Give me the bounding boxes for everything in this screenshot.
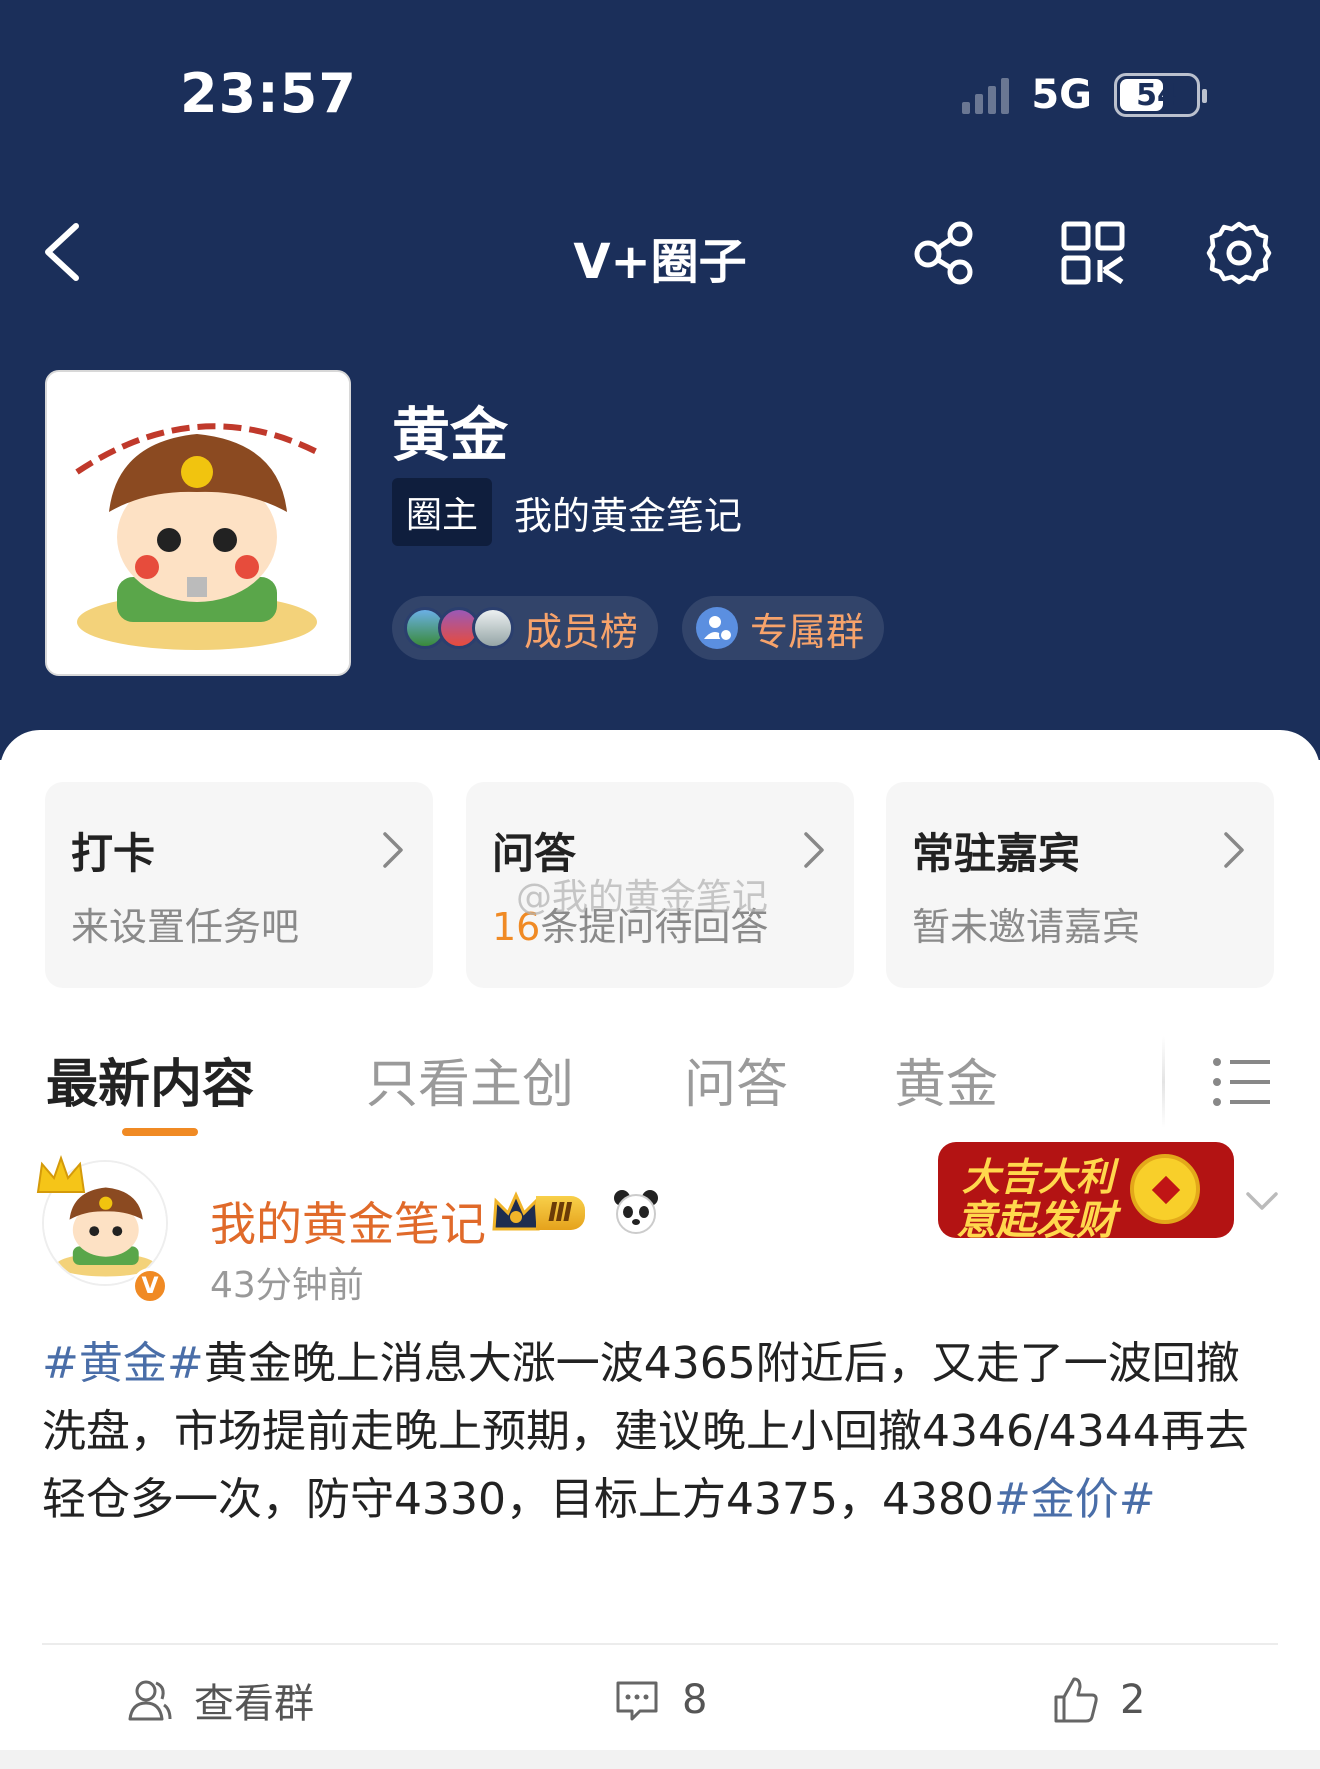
members-rank-button[interactable]: 成员榜 <box>392 596 659 660</box>
level-text: Ⅲ <box>536 1196 585 1230</box>
chevron-right-icon <box>383 832 403 868</box>
content-tabs: 最新内容 只看主创 问答 黄金 <box>0 1018 1320 1138</box>
thumbs-up-icon <box>1054 1677 1098 1723</box>
comment-button[interactable]: 8 <box>612 1670 707 1730</box>
verified-badge-icon: V <box>132 1268 168 1304</box>
card-title: 常驻嘉宾 <box>912 829 1081 878</box>
card-subtitle: 暂未邀请嘉宾 <box>912 905 1141 949</box>
battery-icon: 54 <box>1114 73 1207 117</box>
members-rank-label: 成员榜 <box>524 609 639 654</box>
crown-icon <box>36 1154 86 1193</box>
status-time: 23:57 <box>180 62 357 125</box>
circle-header: 23:57 5G 54 V+圈子 黄金 圈主 我的黄金笔记 成员榜 专属群 <box>0 0 1320 760</box>
member-avatar <box>472 607 514 649</box>
exclusive-group-button[interactable]: 专属群 <box>682 596 885 660</box>
chevron-right-icon <box>804 832 824 868</box>
comment-icon <box>616 1681 658 1721</box>
hashtag-link[interactable]: #黄金# <box>42 1338 204 1389</box>
card-subtitle: 来设置任务吧 <box>71 905 300 949</box>
exclusive-group-label: 专属群 <box>750 609 865 654</box>
content-sheet: 打卡 来设置任务吧 问答 16条提问待回答 常驻嘉宾 暂未邀请嘉宾 @我的黄金笔… <box>0 730 1320 1769</box>
bottom-divider <box>0 1750 1320 1769</box>
coin-icon <box>1130 1154 1200 1224</box>
like-button[interactable]: 2 <box>1050 1670 1145 1730</box>
hashtag-link[interactable]: #金价# <box>994 1474 1156 1525</box>
owner-row[interactable]: 圈主 我的黄金笔记 <box>392 478 742 546</box>
post-time: 43分钟前 <box>210 1265 364 1306</box>
cartoon-avatar-image <box>47 372 349 674</box>
checkin-card[interactable]: 打卡 来设置任务吧 <box>45 782 433 988</box>
comment-count: 8 <box>682 1677 708 1723</box>
tab-qa[interactable]: 问答 <box>684 1042 788 1117</box>
view-group-button[interactable]: 查看群 <box>124 1670 314 1730</box>
status-indicators: 5G 54 <box>962 72 1207 118</box>
fan-level-badge: Ⅲ <box>490 1190 585 1236</box>
chevron-right-icon <box>1224 832 1244 868</box>
post-author[interactable]: 我的黄金笔记 <box>210 1188 486 1254</box>
tab-latest[interactable]: 最新内容 <box>46 1042 254 1117</box>
qrcode-icon[interactable] <box>1060 220 1126 286</box>
circle-name: 黄金 <box>392 401 509 469</box>
view-group-label: 查看群 <box>194 1681 314 1727</box>
group-chat-icon <box>696 607 738 649</box>
banner-text: 意起发财 <box>956 1198 1116 1238</box>
card-title: 打卡 <box>71 829 156 878</box>
circle-avatar[interactable] <box>45 370 351 676</box>
panda-icon <box>614 1190 658 1234</box>
active-tab-indicator <box>122 1128 198 1136</box>
guests-card[interactable]: 常驻嘉宾 暂未邀请嘉宾 <box>886 782 1274 988</box>
level-crown-icon <box>492 1191 540 1231</box>
signal-icon <box>962 76 1010 114</box>
tab-creator-only[interactable]: 只看主创 <box>366 1042 574 1117</box>
owner-tag: 圈主 <box>392 478 493 546</box>
owner-name[interactable]: 我的黄金笔记 <box>514 485 742 540</box>
menu-list-icon[interactable] <box>1212 1054 1272 1110</box>
network-type: 5G <box>1031 72 1092 118</box>
share-icon[interactable] <box>912 220 978 286</box>
tab-gold[interactable]: 黄金 <box>894 1042 998 1117</box>
watermark: @我的黄金笔记 <box>516 877 769 918</box>
chevron-down-icon[interactable] <box>1244 1190 1280 1214</box>
like-count: 2 <box>1120 1677 1146 1723</box>
people-icon <box>128 1680 172 1721</box>
post-body: #黄金#黄金晚上消息大涨一波4365附近后，又走了一波回撤洗盘，市场提前走晚上预… <box>42 1330 1278 1534</box>
gear-icon[interactable] <box>1206 220 1272 286</box>
divider <box>42 1643 1278 1645</box>
festive-decoration-banner: 大吉大利 意起发财 <box>938 1142 1234 1238</box>
battery-level: 54 <box>1136 77 1178 113</box>
tab-divider <box>1162 1036 1165 1128</box>
